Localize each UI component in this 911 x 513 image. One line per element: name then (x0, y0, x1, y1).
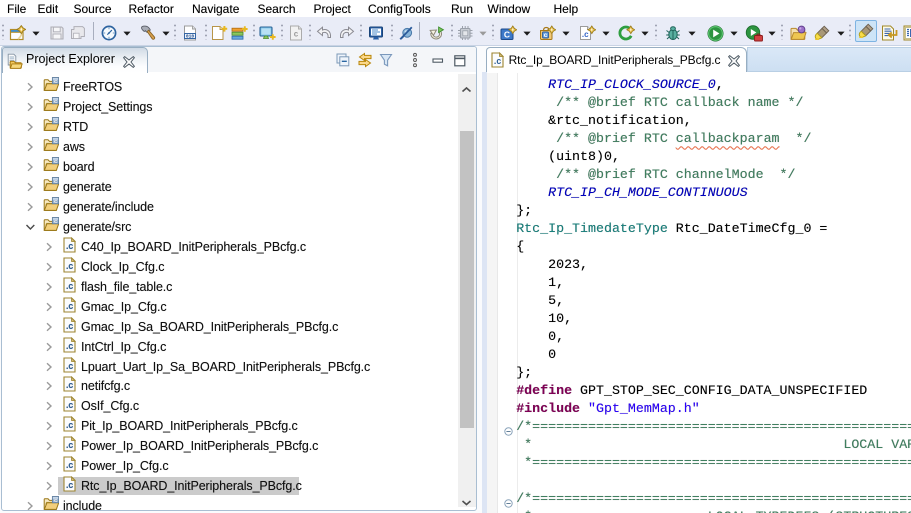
svg-text:.c: .c (66, 321, 73, 331)
svg-text:.c: .c (66, 380, 73, 390)
svg-text:.c: .c (66, 281, 73, 291)
svg-text:.c: .c (582, 30, 589, 39)
svg-text:010: 010 (186, 34, 195, 40)
svg-text:.c: .c (66, 440, 73, 450)
svg-text:C: C (504, 30, 510, 40)
svg-text:.c: .c (66, 420, 73, 430)
svg-text:.c: .c (494, 56, 501, 66)
svg-text:.c: .c (66, 241, 73, 251)
svg-text:.c: .c (66, 261, 73, 271)
svg-text:c: c (294, 30, 299, 39)
svg-text:.c: .c (66, 341, 73, 351)
svg-text:c: c (544, 32, 548, 39)
svg-text:.c: .c (66, 301, 73, 311)
svg-text:.c: .c (66, 480, 73, 490)
svg-text:.c: .c (66, 361, 73, 371)
svg-text:.c: .c (66, 460, 73, 470)
svg-text:.c: .c (66, 400, 73, 410)
